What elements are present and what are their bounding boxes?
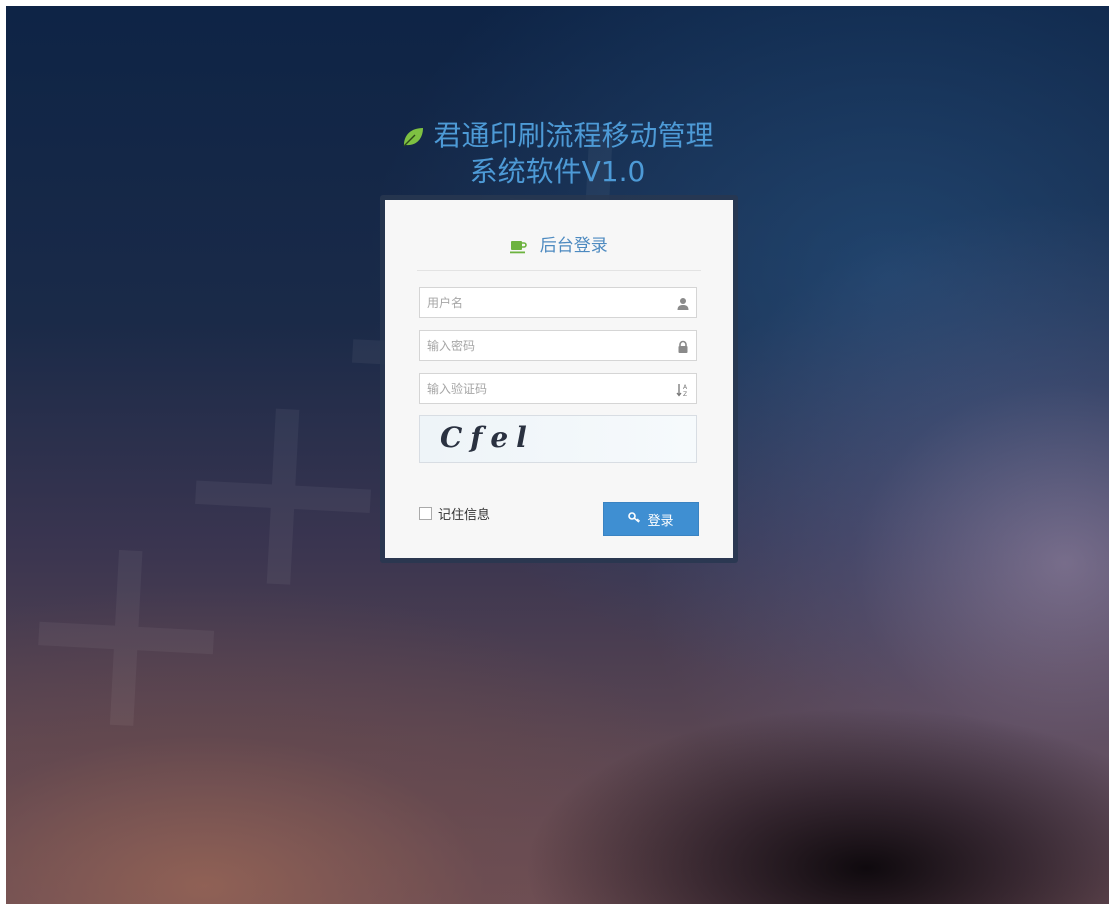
username-input[interactable]: [420, 288, 667, 317]
captcha-input[interactable]: [420, 374, 667, 403]
lock-icon: [676, 339, 690, 353]
leaf-icon: [401, 124, 425, 148]
app-title-line-1: 君通印刷流程移动管理: [401, 119, 714, 152]
password-input[interactable]: [420, 331, 667, 360]
login-form: 后台登录 用户名 输入验证码 A Z Cfel 记住信息 登录: [385, 200, 733, 558]
captcha-field[interactable]: A Z: [419, 373, 697, 404]
remember-checkbox[interactable]: [419, 507, 432, 520]
username-field[interactable]: [419, 287, 697, 318]
password-field[interactable]: [419, 330, 697, 361]
coffee-cup-icon: [510, 237, 528, 261]
key-icon: [628, 511, 641, 527]
app-title: 君通印刷流程移动管理 系统软件V1.0: [6, 120, 1109, 188]
captcha-image[interactable]: Cfel: [419, 415, 697, 463]
svg-text:Z: Z: [683, 391, 687, 397]
user-icon: [676, 296, 690, 310]
app-title-line-2: 系统软件V1.0: [469, 155, 646, 188]
login-screen: ✕✕✕✕ 君通印刷流程移动管理 系统软件V1.0: [6, 6, 1109, 904]
login-heading-text: 后台登录: [539, 236, 608, 256]
app-title-text-1: 君通印刷流程移动管理: [433, 119, 714, 152]
login-button[interactable]: 登录: [603, 502, 699, 536]
captcha-text: Cfel: [440, 421, 535, 454]
login-button-label: 登录: [647, 513, 674, 529]
remember-me[interactable]: 记住信息: [419, 504, 490, 523]
svg-text:A: A: [683, 384, 688, 391]
sort-alpha-icon: A Z: [676, 382, 690, 398]
remember-label: 记住信息: [438, 508, 491, 523]
login-heading: 后台登录: [417, 234, 701, 271]
login-panel: 后台登录 用户名 输入验证码 A Z Cfel 记住信息 登录: [380, 195, 738, 563]
